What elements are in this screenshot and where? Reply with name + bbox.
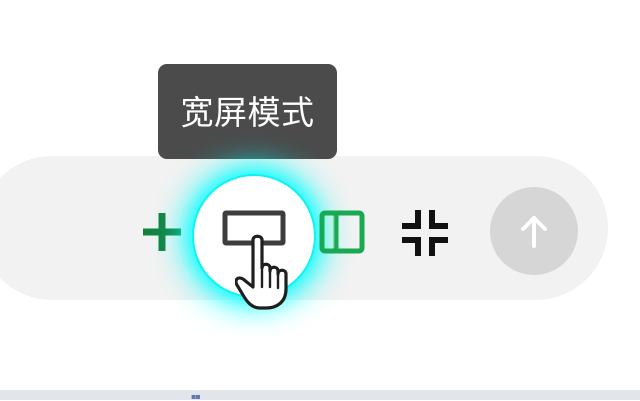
hand-pointer-icon xyxy=(235,234,288,310)
bottom-strip-mark: ▪▪ xyxy=(191,392,201,401)
send-button[interactable] xyxy=(490,187,578,275)
arrow-up-icon xyxy=(521,216,547,248)
tooltip: 宽屏模式 xyxy=(158,64,337,159)
plus-icon[interactable] xyxy=(138,208,186,256)
split-view-icon[interactable] xyxy=(318,208,366,256)
tooltip-label: 宽屏模式 xyxy=(180,93,315,132)
bottom-strip xyxy=(0,390,640,400)
compress-icon[interactable] xyxy=(400,208,450,258)
